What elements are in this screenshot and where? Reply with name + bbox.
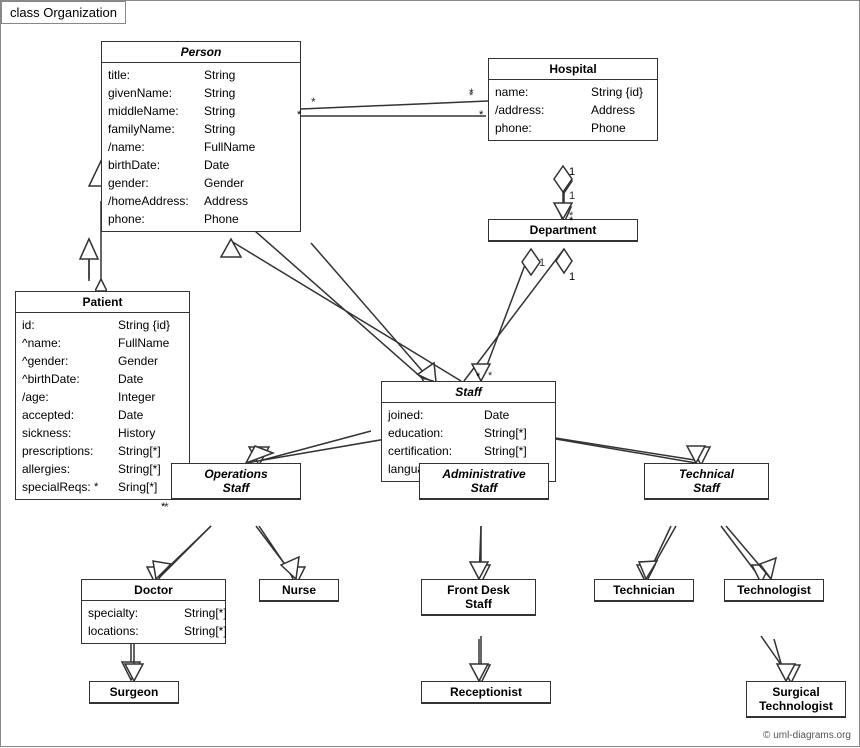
surgical-technologist-box: SurgicalTechnologist bbox=[746, 681, 846, 718]
front-desk-staff-title: Front DeskStaff bbox=[422, 580, 535, 615]
diagram-title: class Organization bbox=[1, 1, 126, 24]
operations-staff-box: OperationsStaff bbox=[171, 463, 301, 500]
svg-text:*: * bbox=[469, 90, 474, 102]
receptionist-title: Receptionist bbox=[422, 682, 550, 703]
department-box: Department bbox=[488, 219, 638, 242]
technical-staff-title: TechnicalStaff bbox=[645, 464, 768, 499]
nurse-title: Nurse bbox=[260, 580, 338, 601]
hospital-attrs: name:String {id} /address:Address phone:… bbox=[489, 80, 657, 140]
copyright: © uml-diagrams.org bbox=[763, 730, 851, 741]
mult-ops-star: * bbox=[161, 501, 165, 513]
staff-title: Staff bbox=[382, 382, 555, 403]
technician-box: Technician bbox=[594, 579, 694, 602]
doctor-title: Doctor bbox=[82, 580, 225, 601]
doctor-box: Doctor specialty:String[*] locations:Str… bbox=[81, 579, 226, 644]
diagram-container: class Organization bbox=[0, 0, 860, 747]
mult-person-hospital-right: * bbox=[479, 109, 483, 121]
person-title: Person bbox=[102, 42, 300, 63]
technician-title: Technician bbox=[595, 580, 693, 601]
technologist-box: Technologist bbox=[724, 579, 824, 602]
patient-box: Patient id:String {id} ^name:FullName ^g… bbox=[15, 291, 190, 500]
operations-staff-title: OperationsStaff bbox=[172, 464, 300, 499]
surgeon-box: Surgeon bbox=[89, 681, 179, 704]
hospital-box: Hospital name:String {id} /address:Addre… bbox=[488, 58, 658, 141]
receptionist-box: Receptionist bbox=[421, 681, 551, 704]
svg-text:1: 1 bbox=[539, 257, 545, 269]
administrative-staff-box: AdministrativeStaff bbox=[419, 463, 549, 500]
surgeon-title: Surgeon bbox=[90, 682, 178, 703]
administrative-staff-title: AdministrativeStaff bbox=[420, 464, 548, 499]
person-box: Person title:String givenName:String mid… bbox=[101, 41, 301, 232]
hospital-title: Hospital bbox=[489, 59, 657, 80]
doctor-attrs: specialty:String[*] locations:String[*] bbox=[82, 601, 225, 643]
person-attrs: title:String givenName:String middleName… bbox=[102, 63, 300, 231]
mult-person-hospital-left: * bbox=[297, 109, 301, 121]
patient-title: Patient bbox=[16, 292, 189, 313]
mult-dept-staff-1: 1 bbox=[569, 271, 575, 283]
mult-hospital-dept-star: * bbox=[569, 215, 573, 227]
department-title: Department bbox=[489, 220, 637, 241]
title-text: class Organization bbox=[10, 5, 117, 20]
surgical-technologist-title: SurgicalTechnologist bbox=[747, 682, 845, 717]
svg-text:*: * bbox=[311, 95, 316, 109]
mult-dept-staff-star: * bbox=[476, 371, 480, 383]
patient-attrs: id:String {id} ^name:FullName ^gender:Ge… bbox=[16, 313, 189, 499]
technologist-title: Technologist bbox=[725, 580, 823, 601]
front-desk-staff-box: Front DeskStaff bbox=[421, 579, 536, 616]
mult-patient-ops-star: * bbox=[94, 481, 98, 493]
technical-staff-box: TechnicalStaff bbox=[644, 463, 769, 500]
nurse-box: Nurse bbox=[259, 579, 339, 602]
mult-hospital-dept-1: 1 bbox=[569, 166, 575, 178]
svg-text:1: 1 bbox=[569, 190, 575, 202]
svg-text:*: * bbox=[469, 86, 474, 100]
